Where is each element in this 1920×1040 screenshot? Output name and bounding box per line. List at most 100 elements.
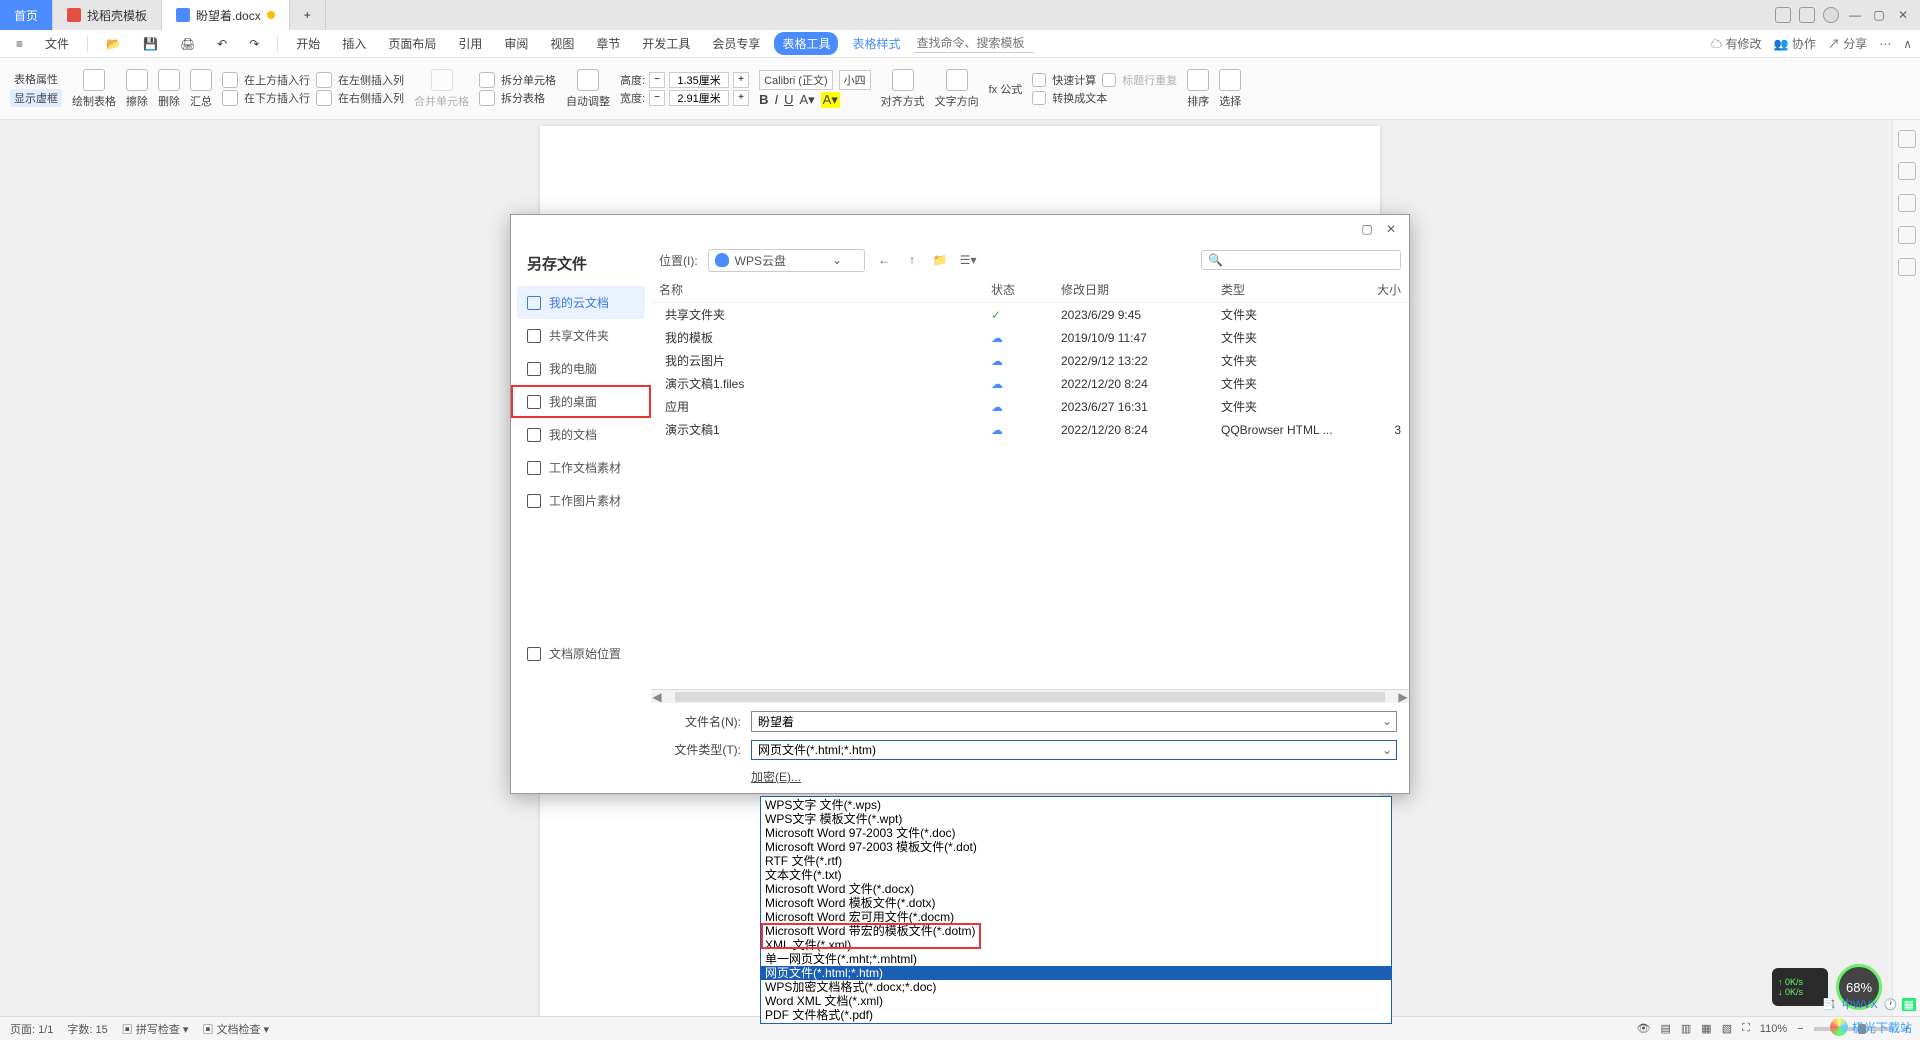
location-select[interactable]: WPS云盘 ⌄ (708, 249, 865, 272)
fontcolor-button[interactable]: A▾ (799, 92, 814, 108)
dialog-search-input[interactable] (1227, 253, 1394, 267)
h-scrollbar[interactable]: ◀▶ (651, 689, 1409, 703)
col-width-input[interactable] (669, 90, 729, 106)
qat-save-icon[interactable]: 💾 (135, 34, 166, 54)
dropdown-option[interactable]: Microsoft Word 文件(*.docx) (761, 882, 1391, 896)
layout-icon[interactable] (1772, 4, 1794, 26)
textdir-icon[interactable] (946, 69, 968, 91)
dropdown-option[interactable]: WPS文字 模板文件(*.wpt) (761, 812, 1391, 826)
sidebar-item[interactable]: 文档原始位置 (511, 637, 651, 670)
fontsize-select[interactable]: 小四 (839, 70, 871, 90)
menu-review[interactable]: 审阅 (496, 32, 536, 55)
zoom-value[interactable]: 110% (1760, 1023, 1787, 1035)
split-cells-icon[interactable] (479, 72, 495, 88)
minimize-button[interactable]: — (1844, 4, 1866, 26)
menu-vip[interactable]: 会员专享 (704, 32, 768, 55)
dialog-close-button[interactable]: ✕ (1379, 222, 1403, 236)
zoom-out-button[interactable]: − (1797, 1023, 1803, 1035)
menu-ref[interactable]: 引用 (450, 32, 490, 55)
qat-undo-icon[interactable]: ↶ (209, 34, 235, 54)
filetype-dropdown[interactable]: WPS文字 文件(*.wps)WPS文字 模板文件(*.wpt)Microsof… (760, 796, 1392, 1024)
view-eye-icon[interactable]: 👁 (1637, 1022, 1651, 1035)
hamburger-icon[interactable]: ≡ (8, 34, 31, 54)
to-text-icon[interactable] (1032, 91, 1046, 105)
menu-file[interactable]: 文件 (37, 32, 77, 55)
sort-icon[interactable] (1187, 69, 1209, 91)
status-page[interactable]: 页面: 1/1 (10, 1021, 53, 1037)
dropdown-option[interactable]: 网页文件(*.html;*.htm) (761, 966, 1391, 980)
sidebar-item[interactable]: 我的电脑 (511, 352, 651, 385)
status-spellcheck[interactable]: ▣ 拼写检查 ▾ (122, 1021, 189, 1037)
view-icon[interactable]: ☰▾ (959, 251, 977, 269)
grid-icon[interactable] (1796, 4, 1818, 26)
width-inc-button[interactable]: + (733, 90, 749, 106)
dropdown-option[interactable]: 文本文件(*.txt) (761, 868, 1391, 882)
menu-insert[interactable]: 插入 (334, 32, 374, 55)
col-date[interactable]: 修改日期 (1061, 281, 1221, 298)
ime-tray[interactable]: 📑中WVX🕐▦ (1820, 996, 1916, 1012)
collapse-ribbon-icon[interactable]: ∧ (1903, 37, 1912, 51)
rb-icon-4[interactable] (1898, 226, 1916, 244)
tab-new[interactable]: + (290, 0, 326, 30)
dropdown-option[interactable]: Microsoft Word 宏可用文件(*.docm) (761, 910, 1391, 924)
quickcalc-icon[interactable] (1032, 73, 1046, 87)
sidebar-item[interactable]: 我的云文档 (517, 286, 645, 319)
dropdown-option[interactable]: 单一网页文件(*.mht;*.mhtml) (761, 952, 1391, 966)
ribbon-table-props[interactable]: 表格属性 (14, 71, 58, 87)
insert-row-below-icon[interactable] (222, 90, 238, 106)
row-height-input[interactable] (669, 72, 729, 88)
share-button[interactable]: ↗ 分享 (1828, 35, 1867, 52)
dropdown-option[interactable]: Microsoft Word 97-2003 文件(*.doc) (761, 826, 1391, 840)
sidebar-item[interactable]: 工作文档素材 (511, 451, 651, 484)
avatar-icon[interactable] (1820, 4, 1842, 26)
menu-layout[interactable]: 页面布局 (380, 32, 444, 55)
col-status[interactable]: 状态 (991, 281, 1061, 298)
nav-up-icon[interactable]: ↑ (903, 251, 921, 269)
dropdown-option[interactable]: WPS加密文档格式(*.docx;*.doc) (761, 980, 1391, 994)
file-row[interactable]: 共享文件夹✓2023/6/29 9:45文件夹 (651, 303, 1409, 326)
autofit-icon[interactable] (577, 69, 599, 91)
zoom-fit-icon[interactable]: ⛶ (1742, 1022, 1750, 1035)
view-read-icon[interactable]: ▧ (1722, 1022, 1732, 1035)
track-changes-button[interactable]: ☁ 有修改 (1710, 35, 1761, 52)
encrypt-button[interactable]: 加密(E)... (751, 768, 801, 785)
tab-home[interactable]: 首页 (0, 0, 53, 30)
command-search-input[interactable] (914, 34, 1034, 53)
merge-cells-icon[interactable] (431, 69, 453, 91)
insert-col-right-icon[interactable] (316, 90, 332, 106)
sidebar-item[interactable]: 我的文档 (511, 418, 651, 451)
dialog-search[interactable]: 🔍 (1201, 250, 1401, 270)
nav-back-icon[interactable]: ← (875, 251, 893, 269)
menu-start[interactable]: 开始 (288, 32, 328, 55)
rb-icon-1[interactable] (1898, 130, 1916, 148)
underline-button[interactable]: U (784, 92, 793, 107)
qat-open-icon[interactable]: 📂 (98, 34, 129, 54)
file-row[interactable]: 我的云图片☁2022/9/12 13:22文件夹 (651, 349, 1409, 372)
sidebar-item[interactable]: 共享文件夹 (511, 319, 651, 352)
dropdown-option[interactable]: Microsoft Word 带宏的模板文件(*.dotm) (761, 924, 1391, 938)
dropdown-option[interactable]: WPS文字 文件(*.wps) (761, 798, 1391, 812)
dropdown-option[interactable]: PDF 文件格式(*.pdf) (761, 1008, 1391, 1022)
tab-document[interactable]: 盼望着.docx (162, 0, 290, 30)
menu-devtools[interactable]: 开发工具 (634, 32, 698, 55)
cooperate-button[interactable]: 👥 协作 (1774, 35, 1816, 52)
view-outline-icon[interactable]: ▥ (1681, 1022, 1691, 1035)
filetype-input[interactable] (758, 743, 1390, 757)
dropdown-option[interactable]: RTF 文件(*.rtf) (761, 854, 1391, 868)
height-dec-button[interactable]: − (649, 72, 665, 88)
bold-button[interactable]: B (759, 92, 768, 107)
rb-icon-2[interactable] (1898, 162, 1916, 180)
close-button[interactable]: ✕ (1892, 4, 1914, 26)
qat-print-icon[interactable]: 🖨 (172, 34, 203, 54)
delete-icon[interactable] (158, 69, 180, 91)
menu-tabletools[interactable]: 表格工具 (774, 32, 838, 55)
height-inc-button[interactable]: + (733, 72, 749, 88)
ribbon-show-outline[interactable]: 显示虚框 (10, 89, 62, 107)
menu-view[interactable]: 视图 (542, 32, 582, 55)
dropdown-option[interactable]: Microsoft Word 模板文件(*.dotx) (761, 896, 1391, 910)
col-size[interactable]: 大小 (1351, 281, 1401, 298)
new-folder-icon[interactable]: 📁 (931, 251, 949, 269)
dropdown-option[interactable]: Microsoft Word 97-2003 模板文件(*.dot) (761, 840, 1391, 854)
file-row[interactable]: 我的模板☁2019/10/9 11:47文件夹 (651, 326, 1409, 349)
file-row[interactable]: 应用☁2023/6/27 16:31文件夹 (651, 395, 1409, 418)
